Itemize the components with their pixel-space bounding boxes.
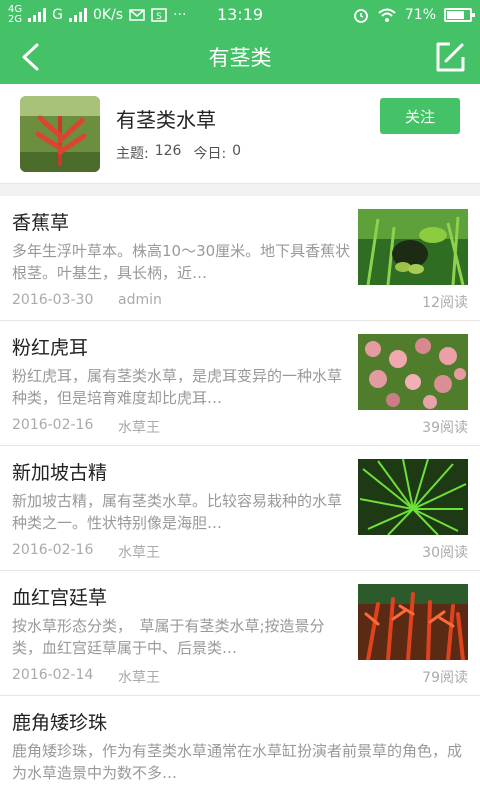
item-reads: 39阅读 — [422, 420, 468, 436]
item-author: 水草王 — [118, 420, 160, 436]
board-stats: 主题: 126 今日: 0 — [116, 143, 241, 163]
board-header: 有茎类水草 主题: 126 今日: 0 关注 — [0, 84, 480, 184]
item-thumbnail — [358, 209, 468, 285]
clock: 13:19 — [216, 5, 264, 24]
item-date: 2016-02-16 — [12, 417, 94, 433]
list-item[interactable]: 香蕉草 多年生浮叶草本。株高10～30厘米。地下具香蕉状根茎。叶基生，具长柄，近… — [0, 196, 480, 321]
back-button[interactable] — [0, 30, 60, 84]
item-meta: 2016-02-14 水草王 79阅读 — [12, 667, 468, 687]
status-bar: 4G 2G G 0K/s S ··· 13:19 71% — [0, 0, 480, 30]
compose-button[interactable] — [420, 30, 480, 84]
board-thumbnail — [20, 95, 100, 172]
item-reads: 30阅读 — [422, 545, 468, 561]
plant-image — [358, 584, 468, 660]
item-author: 水草王 — [118, 670, 160, 686]
item-author: admin — [118, 292, 162, 308]
title-bar: 有茎类 — [0, 30, 480, 84]
list-item[interactable]: 鹿角矮珍珠 鹿角矮珍珠，作为有茎类水草通常在水草缸扮演者前景草的角色，成为水草造… — [0, 696, 480, 800]
list-item[interactable]: 血红宫廷草 按水草形态分类， 草属于有茎类水草;按造景分类，血红宫廷草属于中、后… — [0, 571, 480, 696]
item-summary: 新加坡古精，属有茎类水草。比较容易栽种的水草种类之一。性状特别像是海胆… — [12, 492, 343, 532]
article-list: 香蕉草 多年生浮叶草本。株高10～30厘米。地下具香蕉状根茎。叶基生，具长柄，近… — [0, 196, 480, 800]
item-summary: 粉红虎耳，属有茎类水草，是虎耳变异的一种水草种类，但是培育难度却比虎耳… — [12, 367, 343, 407]
today-count: 0 — [232, 143, 242, 159]
item-date: 2016-02-16 — [12, 542, 94, 558]
board-info: 有茎类水草 主题: 126 今日: 0 — [116, 104, 241, 163]
item-meta: 2016-02-16 水草王 30阅读 — [12, 542, 468, 562]
item-summary: 按水草形态分类， 草属于有茎类水草;按造景分类，血红宫廷草属于中、后景类… — [12, 617, 325, 657]
item-thumbnail — [358, 334, 468, 410]
plant-image — [358, 334, 468, 410]
battery-icon — [444, 8, 475, 22]
item-thumbnail — [358, 459, 468, 535]
section-divider — [0, 184, 480, 196]
topics-count: 126 — [154, 143, 182, 159]
item-reads: 12阅读 — [422, 295, 468, 311]
board-name: 有茎类水草 — [116, 108, 216, 132]
item-summary: 多年生浮叶草本。株高10～30厘米。地下具香蕉状根茎。叶基生，具长柄，近… — [12, 242, 351, 282]
list-item[interactable]: 新加坡古精 新加坡古精，属有茎类水草。比较容易栽种的水草种类之一。性状特别像是海… — [0, 446, 480, 571]
item-meta: 2016-03-30 admin 12阅读 — [12, 292, 468, 312]
edit-icon — [436, 42, 465, 72]
item-meta: 2016-02-16 水草王 39阅读 — [12, 417, 468, 437]
today-label: 今日: — [193, 146, 227, 162]
plant-image — [358, 459, 468, 535]
item-title: 鹿角矮珍珠 — [12, 712, 108, 734]
item-date: 2016-03-30 — [12, 292, 94, 308]
list-item[interactable]: 粉红虎耳 粉红虎耳，属有茎类水草，是虎耳变异的一种水草种类，但是培育难度却比虎耳… — [0, 321, 480, 446]
topics-label: 主题: — [116, 146, 149, 162]
item-summary: 鹿角矮珍珠，作为有茎类水草通常在水草缸扮演者前景草的角色，成为水草造景中为数不多… — [12, 742, 463, 782]
plant-image — [20, 95, 100, 172]
chevron-left-icon — [22, 43, 39, 71]
item-author: 水草王 — [118, 545, 160, 561]
plant-image — [358, 209, 468, 285]
follow-button[interactable]: 关注 — [380, 98, 460, 134]
item-date: 2016-02-14 — [12, 667, 94, 683]
item-thumbnail — [358, 584, 468, 660]
item-reads: 79阅读 — [422, 670, 468, 686]
page-title: 有茎类 — [208, 46, 272, 70]
